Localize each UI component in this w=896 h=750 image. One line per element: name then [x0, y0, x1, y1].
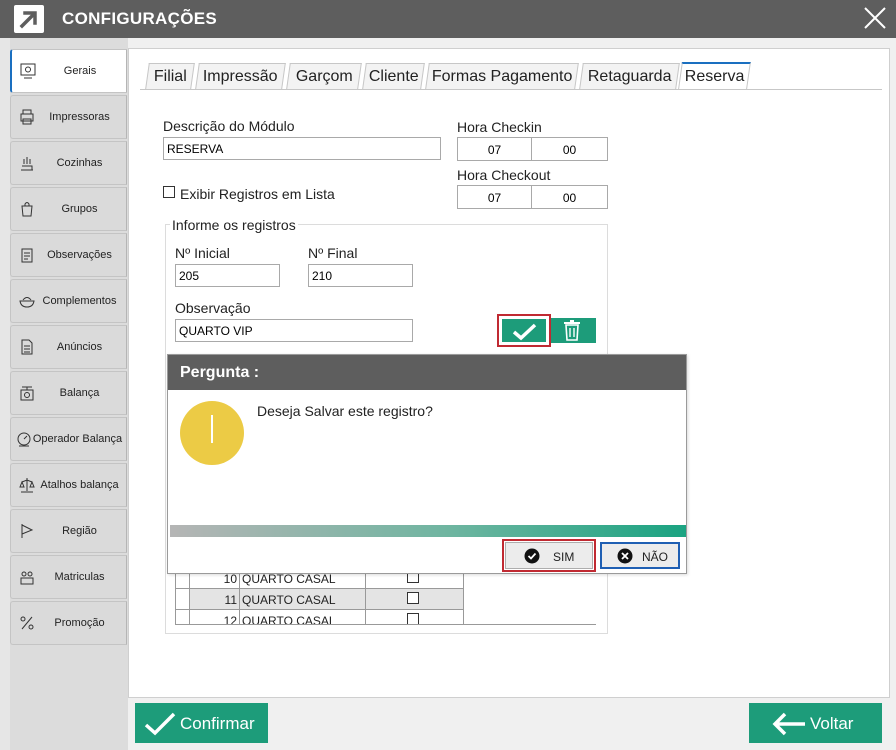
n-inicial-input[interactable]: 205 [175, 264, 280, 287]
registers-table: 10 QUARTO CASAL 11 QUARTO CASAL 12 QUART… [175, 568, 596, 625]
tab-retaguarda[interactable]: Retaguarda [579, 63, 680, 89]
add-register-button[interactable] [497, 314, 551, 347]
sidebar-item-label: Atalhos balança [40, 479, 119, 491]
n-final-label: Nº Final [308, 245, 358, 261]
row-checkbox[interactable] [407, 613, 419, 624]
sidebar-item-label: Promoção [54, 617, 105, 629]
dialog-title: Pergunta : [168, 355, 686, 390]
row-number: 12 [190, 610, 240, 624]
yes-button[interactable]: SIM [502, 539, 596, 572]
kitchen-icon [21, 157, 33, 171]
sidebar-item-complementos[interactable]: Complementos [10, 279, 127, 323]
sidebar-item-gerais[interactable]: Gerais [10, 49, 127, 93]
dialog-progress-bar [170, 525, 686, 537]
no-button[interactable]: NÃO [600, 542, 680, 569]
x-circle-icon [617, 548, 633, 564]
sidebar-item-label: Anúncios [56, 341, 103, 353]
confirm-button[interactable]: Confirmar [135, 703, 268, 743]
checkmark-icon [144, 712, 176, 736]
sidebar-item-matriculas[interactable]: Matriculas [10, 555, 127, 599]
check-circle-icon [524, 548, 540, 564]
sidebar-item-label: Balança [59, 387, 100, 399]
n-inicial-label: Nº Inicial [175, 245, 230, 261]
hora-checkin-label: Hora Checkin [457, 119, 542, 135]
back-button[interactable]: Voltar [749, 703, 882, 743]
group-title: Informe os registros [170, 217, 298, 233]
table-row[interactable]: 11 QUARTO CASAL [176, 589, 464, 610]
sidebar-item-label: Impressoras [49, 111, 110, 123]
sidebar-item-grupos[interactable]: Grupos [10, 187, 127, 231]
tab-cliente[interactable]: Cliente [362, 63, 425, 89]
sidebar-item-balanca[interactable]: Balança [10, 371, 127, 415]
sidebar-item-label: Operador Balança [32, 433, 123, 445]
delete-register-button[interactable] [551, 318, 596, 343]
scale-shortcut-icon [19, 478, 35, 493]
observacao-label: Observação [175, 300, 251, 316]
hora-checkout-label: Hora Checkout [457, 167, 551, 183]
sidebar-item-regiao[interactable]: Região [10, 509, 127, 553]
sidebar-item-label: Região [62, 525, 97, 537]
sidebar-item-label: Observações [47, 249, 112, 261]
window-title: CONFIGURAÇÕES [62, 9, 218, 28]
row-checkbox[interactable] [407, 592, 419, 604]
exibir-registros-checkbox[interactable] [163, 186, 175, 198]
clipboard-icon [21, 248, 33, 263]
flag-icon [21, 524, 34, 538]
row-description: QUARTO CASAL [240, 589, 366, 610]
sidebar-item-label: Cozinhas [56, 157, 103, 169]
sidebar-item-promocao[interactable]: Promoção [10, 601, 127, 645]
tab-impressao[interactable]: Impressão [195, 63, 286, 89]
sidebar-item-label: Grupos [61, 203, 98, 215]
warning-icon [180, 401, 244, 465]
sidebar-item-label: Gerais [63, 65, 97, 77]
tab-formas-pagamento[interactable]: Formas Pagamento [425, 63, 579, 89]
printer-icon [20, 109, 34, 125]
observacao-input[interactable]: QUARTO VIP [175, 319, 413, 342]
descricao-input[interactable]: RESERVA [163, 137, 441, 160]
tab-reserva[interactable]: Reserva [678, 62, 751, 89]
sidebar-item-label: Matriculas [54, 571, 105, 583]
tab-filial[interactable]: Filial [145, 63, 195, 89]
sidebar-item-anuncios[interactable]: Anúncios [10, 325, 127, 369]
row-indicator [176, 610, 190, 624]
bowl-icon [19, 297, 35, 308]
confirm-dialog: Pergunta : Deseja Salvar este registro? … [167, 354, 687, 574]
descricao-label: Descrição do Módulo [163, 118, 295, 134]
row-check-cell [366, 589, 464, 610]
checkin-minute-input[interactable]: 00 [531, 137, 608, 161]
sidebar-item-observacoes[interactable]: Observações [10, 233, 127, 277]
scale-icon [20, 386, 34, 401]
checkmark-icon [512, 323, 537, 341]
exibir-registros-label: Exibir Registros em Lista [180, 186, 335, 202]
title-bar: CONFIGURAÇÕES [0, 0, 896, 38]
dialog-message: Deseja Salvar este registro? [257, 403, 433, 419]
promotion-icon [20, 616, 34, 630]
tab-divider [140, 89, 882, 90]
checkout-minute-input[interactable]: 00 [531, 185, 608, 209]
checkin-hour-input[interactable]: 07 [457, 137, 532, 161]
tab-garcom[interactable]: Garçom [286, 63, 362, 89]
row-description: QUARTO CASAL [240, 610, 366, 624]
sidebar-item-atalhos-balanca[interactable]: Atalhos balança [10, 463, 127, 507]
trash-icon [564, 320, 580, 341]
settings-panel-icon [20, 63, 36, 79]
sidebar-strip [0, 38, 10, 750]
sidebar-item-cozinhas[interactable]: Cozinhas [10, 141, 127, 185]
sidebar-item-impressoras[interactable]: Impressoras [10, 95, 127, 139]
app-logo-icon [14, 5, 44, 33]
arrow-left-icon [772, 712, 805, 736]
checkout-hour-input[interactable]: 07 [457, 185, 532, 209]
n-final-input[interactable]: 210 [308, 264, 413, 287]
sidebar-item-label: Complementos [42, 295, 117, 307]
close-icon[interactable] [862, 5, 888, 31]
enrollment-icon [20, 571, 34, 585]
sidebar-item-operador-balanca[interactable]: Operador Balança [10, 417, 127, 461]
table-row[interactable]: 12 QUARTO CASAL [176, 610, 464, 624]
row-indicator [176, 589, 190, 610]
row-number: 11 [190, 589, 240, 610]
row-check-cell [366, 610, 464, 624]
shopping-bag-icon [21, 202, 33, 217]
document-icon [21, 339, 33, 355]
